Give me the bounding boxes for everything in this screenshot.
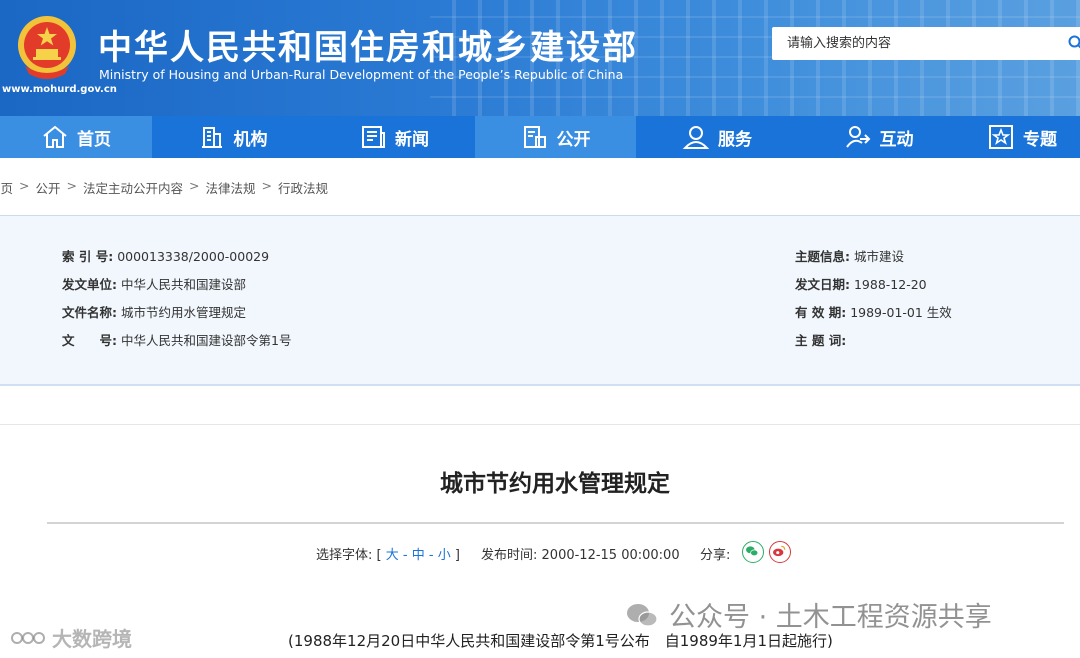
info-keywords: 主 题 词: <box>795 330 846 349</box>
font-size-medium[interactable]: 中 <box>412 548 425 563</box>
news-icon <box>362 126 385 148</box>
nav-item-institutions[interactable]: 机构 <box>152 116 313 158</box>
font-size-separator: - <box>402 548 408 563</box>
info-value: 1988-12-20 <box>853 277 927 292</box>
watermark-right-text: 公众号 · 土木工程资源共享 <box>669 602 992 633</box>
breadcrumb-home[interactable]: 首页 <box>0 178 13 197</box>
info-value: 中华人民共和国建设部 <box>120 277 246 292</box>
document-info-panel: 索 引 号: 000013338/2000-00029 发文单位: 中华人民共和… <box>0 215 1080 386</box>
nav-item-topics[interactable]: 专题 <box>959 116 1080 158</box>
person-service-icon <box>682 126 710 149</box>
national-emblem-icon[interactable] <box>15 14 79 80</box>
wechat-logo-icon <box>746 546 759 557</box>
watermark-logo-icon <box>11 631 45 644</box>
weibo-share-icon[interactable] <box>769 541 791 563</box>
search-box <box>772 27 1080 60</box>
breadcrumb-separator: > <box>189 178 200 193</box>
bracket-close: ] <box>454 548 460 563</box>
info-value: 城市建设 <box>853 249 904 264</box>
site-url: www.mohurd.gov.cn <box>2 84 117 95</box>
bracket-open: [ <box>376 548 382 563</box>
article-title: 城市节约用水管理规定 <box>440 471 670 497</box>
info-label: 索 引 号: <box>62 249 114 264</box>
section-divider <box>0 424 1080 425</box>
search-input[interactable] <box>772 27 1042 60</box>
breadcrumb: 首页 > 公开 > 法定主动公开内容 > 法律法规 > 行政法规 <box>0 178 328 197</box>
nav-item-public[interactable]: 公开 <box>475 116 636 158</box>
info-value: 中华人民共和国建设部令第1号 <box>120 333 292 348</box>
main-nav: 首页 机构 新闻 公开 服务 互动 专题 <box>0 116 1080 158</box>
info-label: 发文单位: <box>62 277 117 292</box>
nav-label: 新闻 <box>395 129 429 150</box>
watermark-right: 公众号 · 土木工程资源共享 <box>625 595 992 634</box>
font-size-small[interactable]: 小 <box>438 548 451 563</box>
breadcrumb-admin-regulations[interactable]: 行政法规 <box>278 178 328 197</box>
nav-item-interaction[interactable]: 互动 <box>798 116 959 158</box>
watermark-left-text: 大数跨境 <box>52 627 132 651</box>
info-label: 文 号: <box>62 333 117 348</box>
promulgation-note: (1988年12月20日中华人民共和国建设部令第1号公布 自1989年1月1日起… <box>288 632 833 650</box>
breadcrumb-public[interactable]: 公开 <box>36 178 61 197</box>
wechat-share-icon[interactable] <box>742 541 764 563</box>
info-value: 1989-01-01 生效 <box>850 305 952 320</box>
breadcrumb-laws[interactable]: 法律法规 <box>206 178 256 197</box>
nav-label: 公开 <box>556 129 591 150</box>
info-label: 发文日期: <box>795 277 850 292</box>
nav-item-news[interactable]: 新闻 <box>313 116 475 158</box>
interaction-icon <box>845 126 870 148</box>
publish-time-value: 2000-12-15 00:00:00 <box>541 548 680 563</box>
weibo-logo-icon <box>773 545 786 557</box>
info-value: 城市节约用水管理规定 <box>120 305 246 320</box>
info-label: 文件名称: <box>62 305 117 320</box>
info-document-name: 文件名称: 城市节约用水管理规定 <box>62 302 246 321</box>
nav-item-services[interactable]: 服务 <box>636 116 798 158</box>
font-size-label: 选择字体: <box>316 548 373 563</box>
title-rule <box>47 522 1064 524</box>
nav-item-home[interactable]: 首页 <box>0 116 152 158</box>
info-issuer: 发文单位: 中华人民共和国建设部 <box>62 274 246 293</box>
search-icon[interactable] <box>1068 35 1080 51</box>
document-icon <box>523 126 546 148</box>
site-header: 中华人民共和国住房和城乡建设部 Ministry of Housing and … <box>0 0 1080 116</box>
nav-label: 首页 <box>77 129 111 150</box>
star-icon <box>989 125 1013 149</box>
nav-label: 服务 <box>718 129 752 150</box>
nav-label: 专题 <box>1023 129 1057 150</box>
building-icon <box>201 127 222 148</box>
info-index-number: 索 引 号: 000013338/2000-00029 <box>62 246 269 265</box>
info-topic: 主题信息: 城市建设 <box>795 246 904 265</box>
info-label: 主 题 词: <box>795 333 847 348</box>
breadcrumb-statutory[interactable]: 法定主动公开内容 <box>83 178 183 197</box>
watermark-left: 大数跨境 <box>10 623 132 652</box>
nav-label: 机构 <box>233 129 268 150</box>
breadcrumb-separator: > <box>66 178 77 193</box>
share-label: 分享: <box>700 548 731 563</box>
font-size-large[interactable]: 大 <box>386 548 399 563</box>
publish-time-label: 发布时间: <box>481 548 538 563</box>
info-label: 有 效 期: <box>795 305 847 320</box>
publish-time: 发布时间: 2000-12-15 00:00:00 <box>481 544 680 563</box>
site-title: 中华人民共和国住房和城乡建设部 <box>98 28 638 68</box>
site-subtitle: Ministry of Housing and Urban-Rural Deve… <box>99 67 624 82</box>
wechat-watermark-icon <box>627 603 658 627</box>
breadcrumb-separator: > <box>19 178 30 193</box>
info-document-number: 文 号: 中华人民共和国建设部令第1号 <box>62 330 291 349</box>
breadcrumb-separator: > <box>261 178 272 193</box>
font-size-selector: 选择字体: [ 大 - 中 - 小 ] <box>316 544 460 563</box>
info-value: 000013338/2000-00029 <box>117 249 270 264</box>
info-validity: 有 效 期: 1989-01-01 生效 <box>795 302 952 321</box>
font-size-separator: - <box>428 548 434 563</box>
nav-label: 互动 <box>879 129 914 150</box>
home-icon <box>43 125 67 148</box>
info-issue-date: 发文日期: 1988-12-20 <box>795 274 927 293</box>
info-label: 主题信息: <box>795 249 850 264</box>
